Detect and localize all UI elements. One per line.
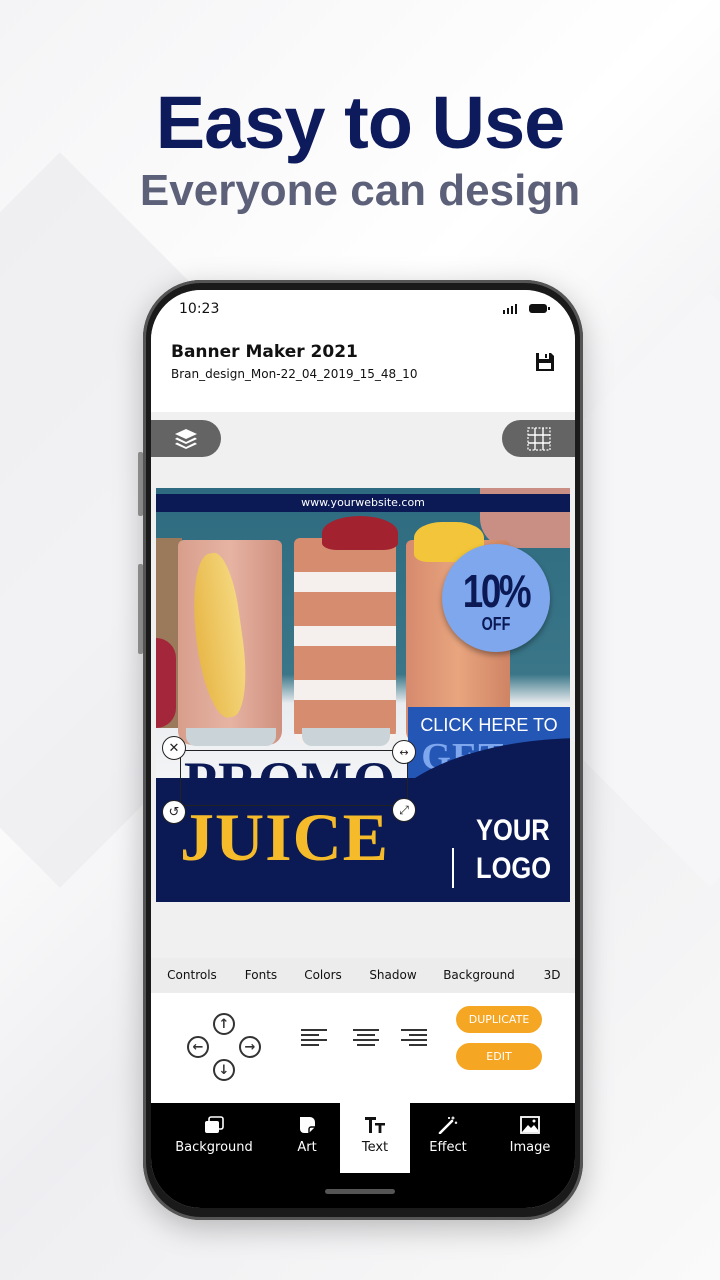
tab-shadow[interactable]: Shadow	[357, 958, 429, 993]
promo-headline: Easy to Use	[155, 81, 566, 164]
nav-image[interactable]: Image	[491, 1103, 569, 1173]
scale-handle[interactable]: ⤢	[392, 798, 416, 822]
arrow-down-icon: ↓	[218, 1062, 230, 1078]
phone-screen: 10:23 Banner Maker 2021 Bran_design_Mon-…	[151, 290, 575, 1208]
rotate-handle[interactable]: ↺	[162, 800, 186, 824]
logo-divider	[452, 848, 454, 888]
duplicate-button[interactable]: DUPLICATE	[456, 1006, 542, 1033]
layers-button[interactable]	[151, 420, 221, 457]
battery-icon	[529, 304, 550, 313]
logo-placeholder[interactable]: YOUR LOGO	[476, 812, 552, 888]
nav-label: Image	[509, 1140, 551, 1155]
bottom-navigation: Background Art Text Effect Image	[151, 1103, 575, 1208]
arrow-up-icon: ↑	[218, 1016, 230, 1032]
nav-effect[interactable]: Effect	[413, 1103, 483, 1173]
tab-controls[interactable]: Controls	[151, 958, 233, 993]
banner-photo-apple	[156, 638, 176, 728]
text-icon	[365, 1117, 385, 1133]
tab-fonts[interactable]: Fonts	[233, 958, 289, 993]
nav-label: Effect	[429, 1140, 467, 1155]
sticker-icon	[300, 1117, 315, 1133]
glass-base	[302, 728, 390, 746]
move-left-button[interactable]: ←	[187, 1036, 209, 1058]
move-up-button[interactable]: ↑	[213, 1013, 235, 1035]
nav-label: Background	[175, 1140, 253, 1155]
grid-icon	[526, 426, 551, 451]
stretch-handle[interactable]: ↔	[392, 740, 416, 764]
smoothie-glass	[294, 538, 396, 745]
tab-colors[interactable]: Colors	[289, 958, 357, 993]
align-left-button[interactable]	[301, 1029, 327, 1047]
save-icon[interactable]	[533, 350, 557, 374]
promo-subline: Everyone can design	[139, 166, 581, 215]
arrow-right-icon: →	[244, 1039, 256, 1055]
juice-text-layer[interactable]: JUICE	[180, 798, 389, 877]
image-icon	[520, 1116, 540, 1134]
edit-button[interactable]: EDIT	[456, 1043, 542, 1070]
nav-background[interactable]: Background	[161, 1103, 267, 1173]
move-down-button[interactable]: ↓	[213, 1059, 235, 1081]
banner-design[interactable]: www.yourwebsite.com 10% OFF CLICK HERE T…	[156, 488, 570, 902]
nav-text[interactable]: Text	[340, 1103, 410, 1173]
move-right-button[interactable]: →	[239, 1036, 261, 1058]
app-bar: Banner Maker 2021 Bran_design_Mon-22_04_…	[151, 332, 575, 412]
status-bar: 10:23	[151, 290, 575, 332]
app-title: Banner Maker 2021	[171, 342, 358, 362]
discount-badge[interactable]: 10% OFF	[442, 544, 550, 652]
banner-website-bar[interactable]: www.yourwebsite.com	[156, 494, 570, 512]
apple-topping	[322, 516, 398, 550]
expand-icon: ⤢	[399, 803, 409, 817]
nav-label: Art	[297, 1140, 317, 1155]
tab-3d[interactable]: 3D	[529, 958, 575, 993]
discount-label: OFF	[481, 614, 511, 634]
resize-horizontal-icon: ↔	[399, 745, 409, 759]
delete-handle[interactable]: ✕	[162, 736, 186, 760]
logo-line-2: LOGO	[476, 852, 552, 885]
logo-line-1: YOUR	[476, 814, 550, 847]
magic-wand-icon	[438, 1116, 458, 1134]
signal-icon	[503, 304, 517, 314]
align-right-button[interactable]	[401, 1029, 427, 1047]
discount-value: 10%	[462, 565, 532, 617]
arrow-left-icon: ←	[192, 1039, 204, 1055]
tab-background[interactable]: Background	[429, 958, 529, 993]
layers-icon	[175, 428, 197, 449]
grid-toggle-button[interactable]	[502, 420, 575, 457]
cta-small-text: CLICK HERE TO	[420, 715, 558, 735]
controls-panel: ↑ ← → ↓ DUPLICATE EDIT	[151, 993, 575, 1103]
glass-base	[186, 728, 276, 746]
close-icon: ✕	[168, 740, 180, 756]
text-options-tabs: Controls Fonts Colors Shadow Background …	[151, 958, 575, 993]
home-indicator[interactable]	[325, 1189, 395, 1194]
nav-art[interactable]: Art	[277, 1103, 337, 1173]
rotate-icon: ↺	[168, 804, 180, 820]
status-time: 10:23	[179, 301, 220, 317]
design-filename: Bran_design_Mon-22_04_2019_15_48_10	[171, 367, 418, 381]
selection-box[interactable]	[180, 750, 408, 806]
background-layers-icon	[205, 1116, 224, 1133]
nav-label: Text	[361, 1140, 389, 1155]
design-canvas-area: www.yourwebsite.com 10% OFF CLICK HERE T…	[151, 412, 575, 958]
align-center-button[interactable]	[353, 1029, 379, 1047]
